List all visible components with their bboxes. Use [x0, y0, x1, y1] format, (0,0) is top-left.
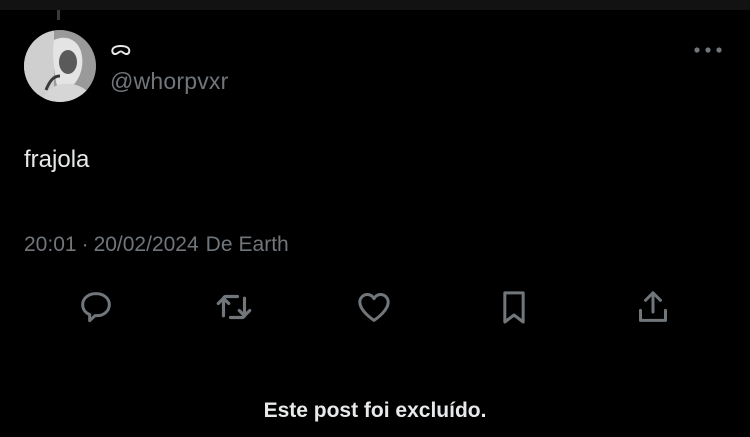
user-handle[interactable]: @whorpvxr	[110, 68, 228, 95]
repost-icon	[216, 294, 252, 320]
post-source: Earth	[238, 233, 289, 256]
bookmark-button[interactable]	[492, 285, 536, 329]
reply-button[interactable]	[74, 285, 118, 329]
thread-connector-line	[57, 10, 60, 20]
share-button[interactable]	[631, 285, 675, 329]
top-divider	[0, 0, 750, 10]
share-icon	[639, 291, 667, 322]
post-date[interactable]: 20/02/2024	[94, 233, 199, 257]
bookmark-icon	[503, 291, 525, 324]
post-text: frajola	[24, 146, 90, 173]
post-time[interactable]: 20:01	[24, 233, 77, 257]
display-name[interactable]: ᯅ	[110, 34, 132, 61]
more-dots-icon	[694, 47, 722, 53]
post-metadata: 20:01 · 20/02/2024 De Earth	[24, 233, 289, 257]
post-detail-view: ᯅ @whorpvxr frajola 20:01 · 20/02/2024 D…	[0, 0, 750, 437]
reply-icon	[81, 292, 111, 323]
deleted-post-notice: Este post foi excluído.	[263, 399, 487, 422]
avatar[interactable]	[24, 30, 96, 102]
avatar-photo	[24, 30, 96, 102]
meta-separator: ·	[81, 233, 89, 256]
heart-icon	[358, 293, 390, 322]
like-button[interactable]	[352, 285, 396, 329]
more-options-button[interactable]	[690, 38, 726, 62]
source-label: De	[205, 233, 233, 256]
repost-button[interactable]	[212, 285, 256, 329]
